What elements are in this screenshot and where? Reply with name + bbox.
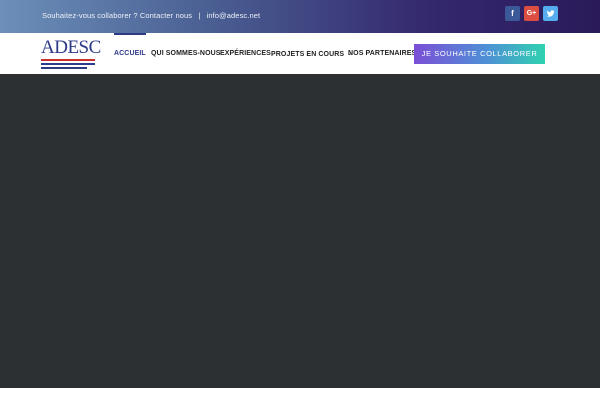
topbar-contact-text: Souhaitez-vous collaborer ? Contacter no…: [42, 11, 260, 20]
nav-nos-partenaires[interactable]: NOS PARTENAIRES: [348, 50, 416, 57]
hero-banner: [0, 74, 600, 388]
logo-stripe-blue: [41, 63, 95, 65]
logo-wordmark: ADESC: [41, 37, 101, 58]
nav-accueil[interactable]: ACCUEIL: [114, 33, 146, 57]
nav-projets-label: PROJETS EN COURS: [271, 51, 345, 58]
contact-email-link[interactable]: info@adesc.net: [207, 11, 261, 20]
facebook-icon[interactable]: f: [505, 6, 520, 21]
logo-stripe-blue-short: [41, 67, 87, 69]
adesc-logo[interactable]: ADESC: [41, 37, 101, 71]
collaborate-prompt[interactable]: Souhaitez-vous collaborer ? Contacter no…: [42, 11, 192, 20]
top-bar: Souhaitez-vous collaborer ? Contacter no…: [0, 0, 600, 33]
google-plus-icon[interactable]: G+: [524, 6, 539, 21]
page-bottom-strip: [0, 388, 600, 400]
logo-stripe-red: [41, 59, 95, 61]
main-header: ADESC ACCUEIL QUI SOMMES-NOUS EXPÉRIENCE…: [0, 33, 600, 74]
nav-qui-sommes-nous[interactable]: QUI SOMMES-NOUS: [151, 50, 221, 57]
topbar-separator: |: [198, 11, 201, 20]
nav-experiences[interactable]: EXPÉRIENCES: [220, 50, 271, 57]
collaborate-button[interactable]: JE SOUHAITE COLLABORER: [414, 44, 545, 64]
twitter-bird-glyph: [546, 10, 555, 17]
twitter-icon[interactable]: [543, 6, 558, 21]
nav-projets-en-cours[interactable]: PROJETS EN COURS ⌄: [271, 50, 352, 58]
